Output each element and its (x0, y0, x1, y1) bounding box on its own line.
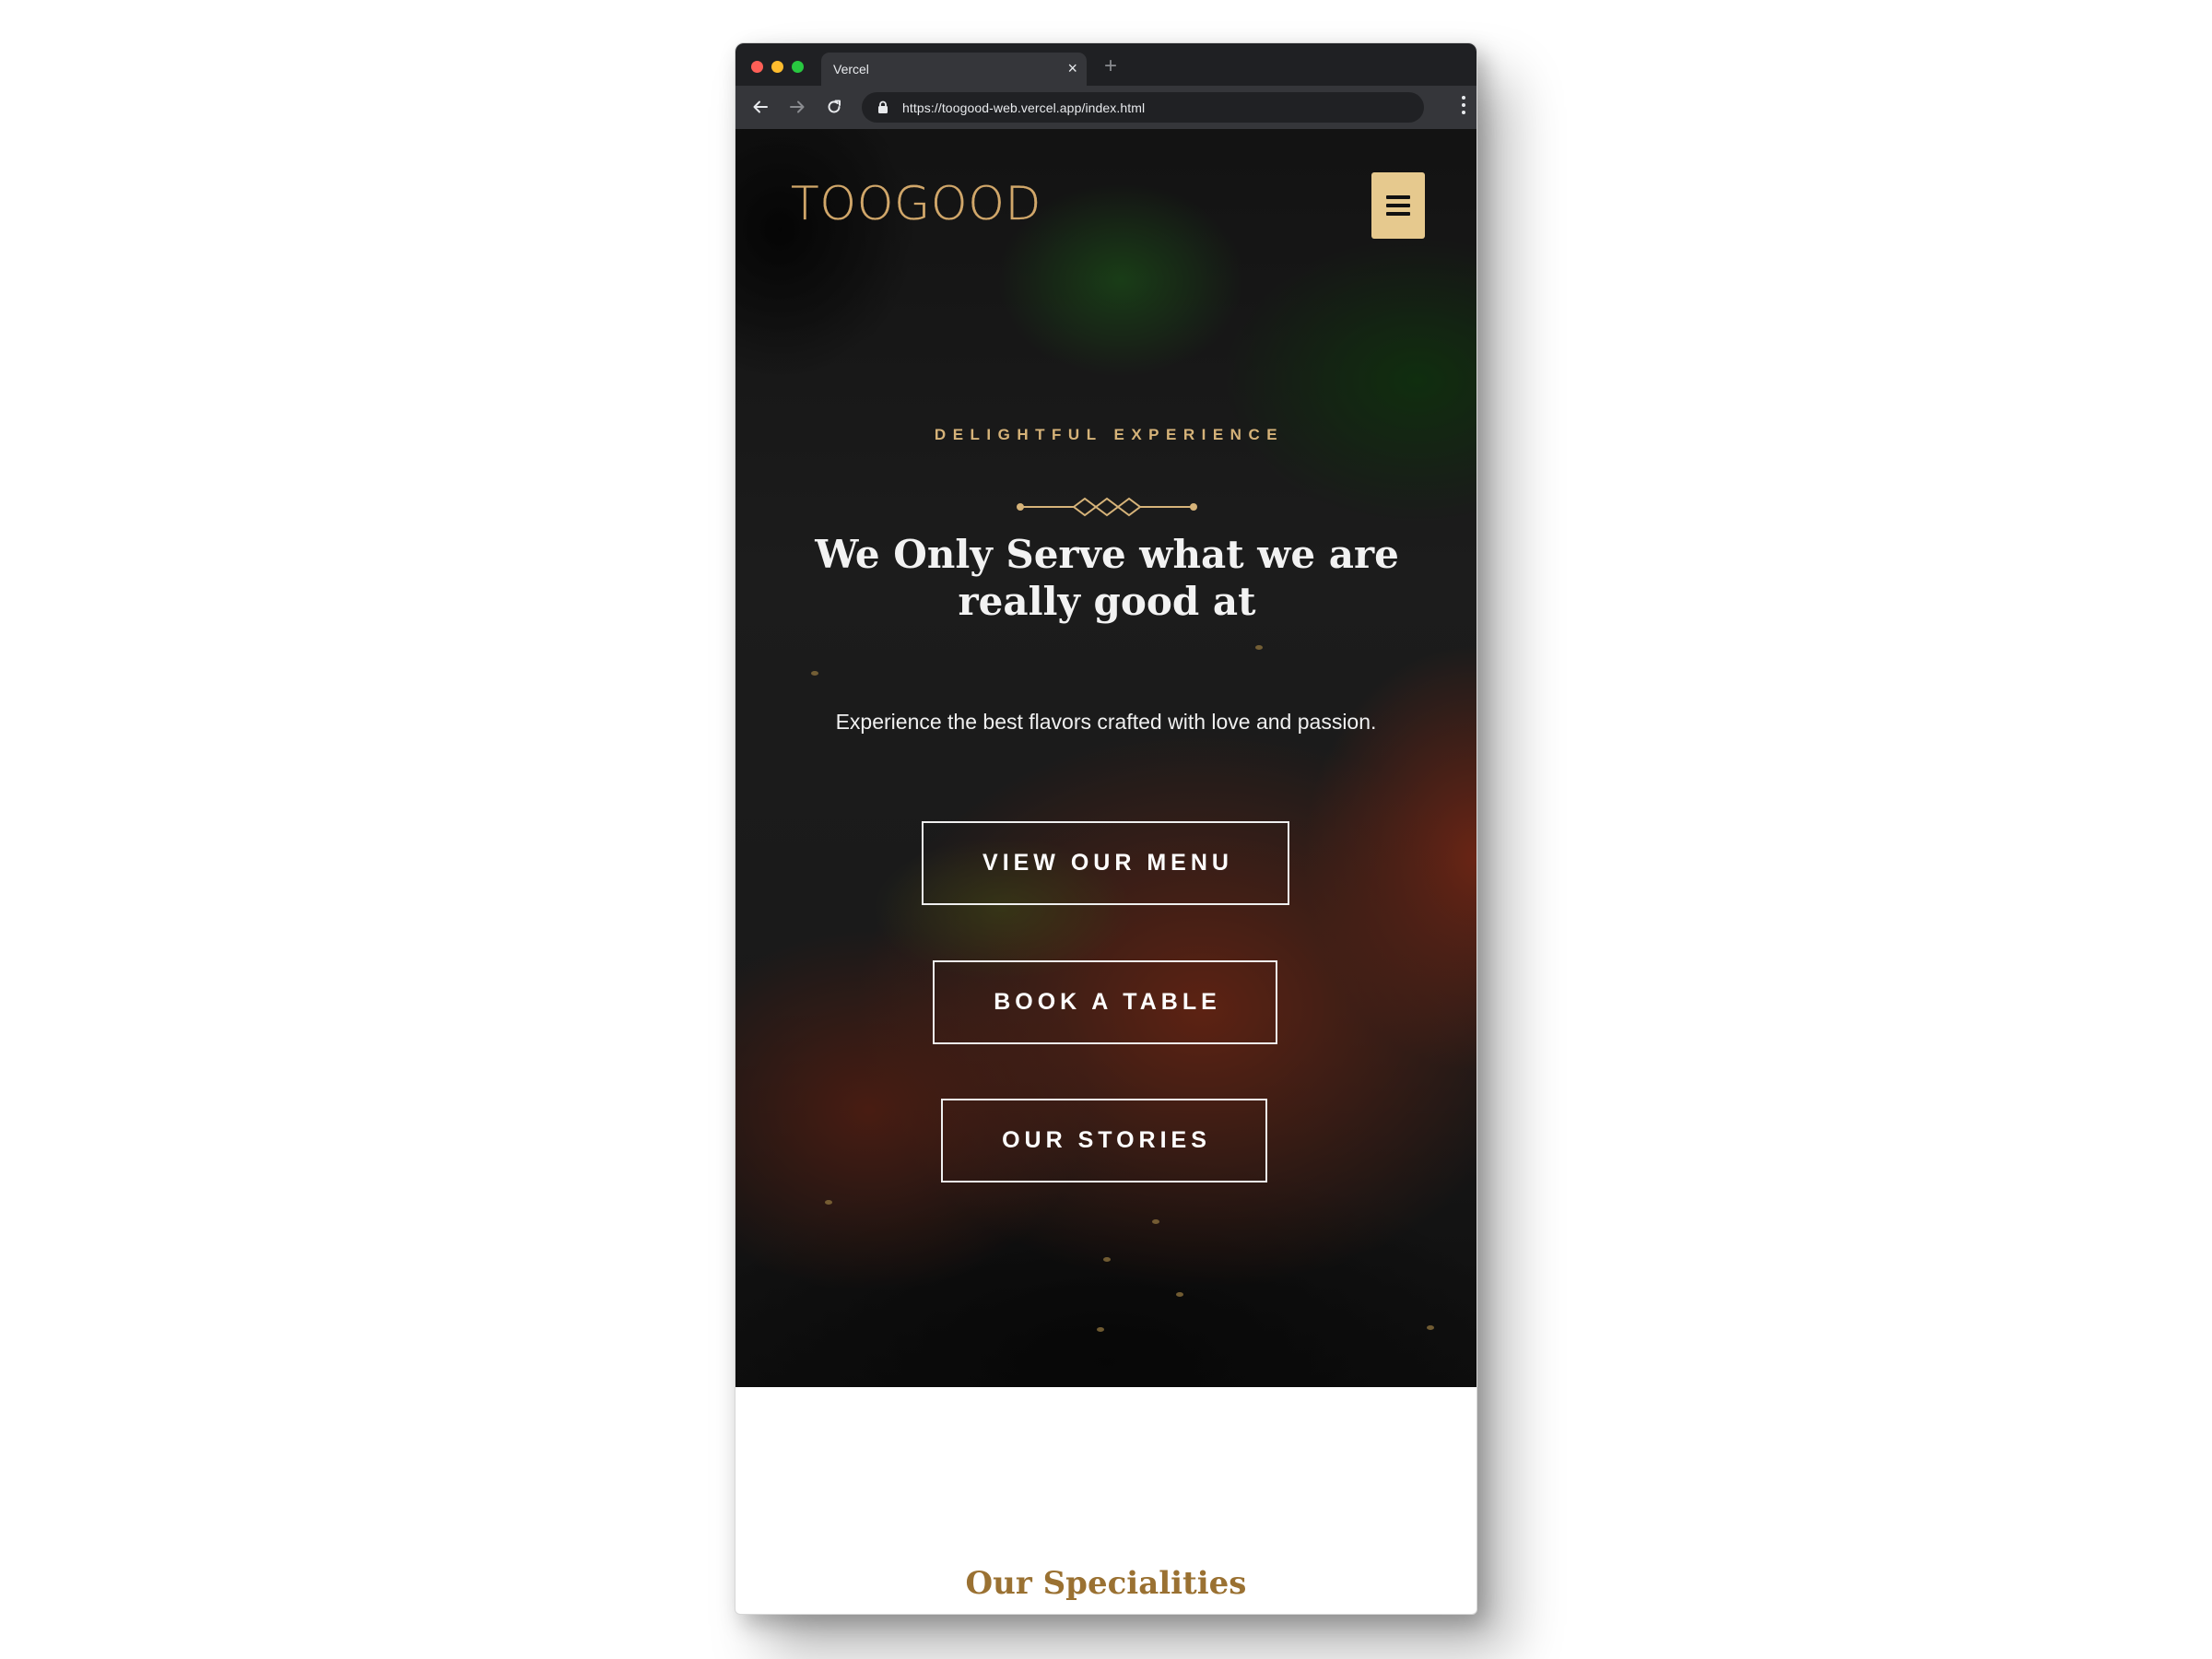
hamburger-menu-icon (1386, 195, 1410, 216)
minimize-window-button[interactable] (771, 61, 783, 73)
hamburger-menu-button[interactable] (1371, 172, 1425, 239)
arrow-right-icon (790, 100, 805, 113)
forward-button[interactable] (785, 95, 809, 119)
view-menu-button[interactable]: VIEW OUR MENU (922, 821, 1289, 905)
new-tab-button[interactable]: + (1104, 55, 1117, 77)
brand-logo[interactable]: TOOGOOD (791, 177, 1041, 230)
hero-headline: We Only Serve what we are really good at (815, 532, 1399, 624)
reload-icon (828, 100, 841, 113)
tab-close-icon[interactable]: × (1067, 59, 1077, 77)
divider-ornament-icon (1017, 497, 1197, 517)
close-window-button[interactable] (751, 61, 763, 73)
browser-menu-icon[interactable] (1462, 96, 1465, 114)
hero-section: TOOGOOD DELIGHTFUL EXPERIENCE We Only Se… (735, 129, 1477, 1387)
our-stories-button[interactable]: OUR STORIES (941, 1099, 1267, 1182)
browser-toolbar: https://toogood-web.vercel.app/index.htm… (735, 86, 1477, 129)
address-bar[interactable]: https://toogood-web.vercel.app/index.htm… (862, 92, 1424, 123)
maximize-window-button[interactable] (792, 61, 804, 73)
browser-window: Vercel × + https://toogood-web.vercel.ap… (735, 42, 1477, 1615)
arrow-left-icon (753, 100, 768, 113)
hero-background-image (735, 129, 1477, 1387)
browser-tab-strip: Vercel × + (735, 43, 1477, 86)
hero-subtitle: DELIGHTFUL EXPERIENCE (934, 426, 1285, 443)
back-button[interactable] (748, 95, 772, 119)
lock-icon (878, 100, 888, 113)
tab-title: Vercel (833, 62, 869, 76)
browser-tab-active[interactable]: Vercel × (821, 53, 1087, 86)
book-table-button[interactable]: BOOK A TABLE (933, 960, 1277, 1044)
url-text: https://toogood-web.vercel.app/index.htm… (902, 100, 1146, 115)
hero-tagline: Experience the best flavors crafted with… (835, 710, 1377, 734)
window-controls (751, 61, 804, 73)
specialities-title: Our Specialities (965, 1565, 1247, 1602)
reload-button[interactable] (822, 95, 846, 119)
